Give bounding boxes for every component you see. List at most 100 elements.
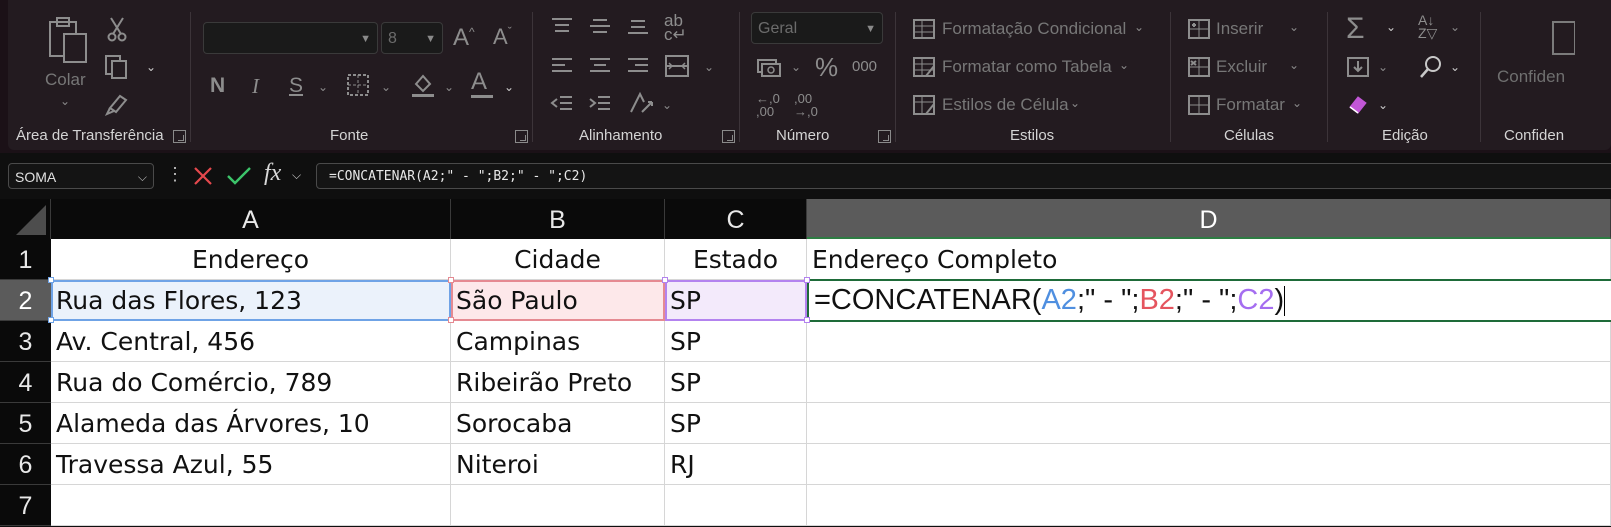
cell-a5[interactable]: Alameda das Árvores, 10	[51, 403, 451, 444]
sensitivity-icon[interactable]	[1551, 20, 1575, 56]
cell-c5[interactable]: SP	[665, 403, 807, 444]
insert-function-button[interactable]: fx	[264, 161, 281, 185]
more-options-icon[interactable]: ⋮	[166, 165, 184, 183]
cell-d6[interactable]	[807, 444, 1611, 485]
delete-button[interactable]: Excluir	[1216, 57, 1267, 77]
underline-dropdown-icon[interactable]: ⌄	[318, 80, 328, 94]
clear-dropdown-icon[interactable]: ⌄	[1378, 98, 1388, 112]
increase-indent-icon[interactable]	[588, 94, 612, 114]
cell-c6[interactable]: RJ	[665, 444, 807, 485]
conditional-formatting-icon[interactable]	[912, 18, 936, 40]
underline-button[interactable]: S	[289, 74, 303, 98]
delete-cells-icon[interactable]	[1187, 56, 1211, 78]
font-color-dropdown-icon[interactable]: ⌄	[504, 80, 514, 94]
fill-dropdown-icon[interactable]: ⌄	[1378, 60, 1388, 74]
copy-dropdown-icon[interactable]: ⌄	[146, 60, 156, 74]
ref-handle[interactable]	[48, 277, 54, 283]
cell-b3[interactable]: Campinas	[451, 321, 665, 362]
autosum-dropdown-icon[interactable]: ⌄	[1386, 20, 1396, 34]
sensitivity-button-label[interactable]: Confiden	[1497, 67, 1565, 87]
copy-icon[interactable]	[104, 54, 130, 80]
delete-dropdown-icon[interactable]: ⌄	[1289, 58, 1299, 72]
find-select-icon[interactable]	[1418, 54, 1444, 80]
thousands-separator-button[interactable]: 000	[852, 58, 877, 75]
format-as-table-icon[interactable]	[912, 56, 936, 78]
ref-handle[interactable]	[448, 317, 454, 323]
align-bottom-icon[interactable]	[626, 16, 650, 36]
percent-button[interactable]: %	[815, 52, 838, 83]
align-middle-icon[interactable]	[588, 16, 612, 36]
merge-center-icon[interactable]	[664, 54, 690, 78]
format-dropdown-icon[interactable]: ⌄	[1292, 96, 1302, 110]
cell-d5[interactable]	[807, 403, 1611, 444]
cell-b5[interactable]: Sorocaba	[451, 403, 665, 444]
cell-c1[interactable]: Estado	[665, 239, 807, 280]
cut-icon[interactable]	[106, 16, 128, 42]
font-dialog-launcher-icon[interactable]	[515, 130, 528, 143]
format-as-table-button[interactable]: Formatar como Tabela	[942, 57, 1112, 77]
insert-dropdown-icon[interactable]: ⌄	[1289, 20, 1299, 34]
cell-b4[interactable]: Ribeirão Preto	[451, 362, 665, 403]
confirm-edit-icon[interactable]	[226, 165, 252, 187]
align-left-icon[interactable]	[550, 56, 574, 76]
insert-cells-icon[interactable]	[1187, 18, 1211, 40]
cell-a3[interactable]: Av. Central, 456	[51, 321, 451, 362]
cell-b6[interactable]: Niteroi	[451, 444, 665, 485]
cell-d3[interactable]	[807, 321, 1611, 362]
clear-icon[interactable]	[1346, 93, 1370, 115]
sort-filter-dropdown-icon[interactable]: ⌄	[1450, 20, 1460, 34]
alignment-dialog-launcher-icon[interactable]	[722, 130, 735, 143]
align-right-icon[interactable]	[626, 56, 650, 76]
cell-b2[interactable]: São Paulo	[451, 280, 665, 321]
italic-button[interactable]: I	[252, 74, 259, 99]
fill-color-icon[interactable]	[410, 72, 436, 98]
row-header-5[interactable]: 5	[0, 403, 51, 444]
align-top-icon[interactable]	[550, 16, 574, 36]
format-cells-icon[interactable]	[1187, 94, 1211, 116]
orientation-icon[interactable]	[628, 90, 656, 116]
cell-c2[interactable]: SP	[665, 280, 807, 321]
number-dialog-launcher-icon[interactable]	[878, 130, 891, 143]
format-painter-icon[interactable]	[104, 90, 130, 116]
format-button[interactable]: Formatar	[1216, 95, 1285, 115]
formula-input[interactable]: =CONCATENAR(A2;" - ";B2;" - ";C2)	[316, 163, 1611, 189]
cell-styles-button[interactable]: Estilos de Célula	[942, 95, 1069, 115]
cell-styles-dropdown-icon[interactable]: ⌄	[1070, 96, 1080, 110]
merge-dropdown-icon[interactable]: ⌄	[704, 60, 714, 74]
format-as-table-dropdown-icon[interactable]: ⌄	[1119, 58, 1129, 72]
find-select-dropdown-icon[interactable]: ⌄	[1450, 60, 1460, 74]
cell-c3[interactable]: SP	[665, 321, 807, 362]
cell-a6[interactable]: Travessa Azul, 55	[51, 444, 451, 485]
autosum-icon[interactable]: Σ	[1346, 12, 1365, 46]
cell-b7[interactable]	[451, 485, 665, 526]
cancel-edit-icon[interactable]	[192, 165, 214, 187]
cell-d2-editing[interactable]: =CONCATENAR(A2;" - ";B2;" - ";C2)	[807, 279, 1611, 322]
column-header-b[interactable]: B	[451, 199, 665, 239]
cell-a2[interactable]: Rua das Flores, 123	[51, 280, 451, 321]
cell-b1[interactable]: Cidade	[451, 239, 665, 280]
cell-d7[interactable]	[807, 485, 1611, 526]
select-all-button[interactable]	[0, 199, 51, 239]
accounting-dropdown-icon[interactable]: ⌄	[791, 60, 801, 74]
row-header-7[interactable]: 7	[0, 485, 51, 526]
column-header-a[interactable]: A	[51, 199, 451, 239]
row-header-1[interactable]: 1	[0, 239, 51, 280]
paste-dropdown-icon[interactable]: ⌄	[60, 94, 70, 108]
number-format-dropdown[interactable]: Geral ▼	[751, 12, 883, 44]
decrease-decimal-icon[interactable]: ,00 →,0	[794, 92, 818, 118]
borders-dropdown-icon[interactable]: ⌄	[381, 80, 391, 94]
function-dropdown-icon[interactable]: ⌵	[292, 168, 301, 183]
borders-icon[interactable]	[346, 73, 370, 97]
cell-c4[interactable]: SP	[665, 362, 807, 403]
font-color-icon[interactable]: A	[471, 70, 493, 98]
ref-handle[interactable]	[48, 317, 54, 323]
cell-a4[interactable]: Rua do Comércio, 789	[51, 362, 451, 403]
clipboard-dialog-launcher-icon[interactable]	[173, 130, 186, 143]
fill-icon[interactable]	[1346, 56, 1370, 78]
cell-a1[interactable]: Endereço	[51, 239, 451, 280]
sort-filter-icon[interactable]: A↓ Z▽	[1418, 13, 1437, 40]
ref-handle[interactable]	[804, 317, 810, 323]
bold-button[interactable]: N	[210, 74, 225, 98]
paste-icon[interactable]	[46, 16, 90, 66]
ref-handle[interactable]	[448, 277, 454, 283]
